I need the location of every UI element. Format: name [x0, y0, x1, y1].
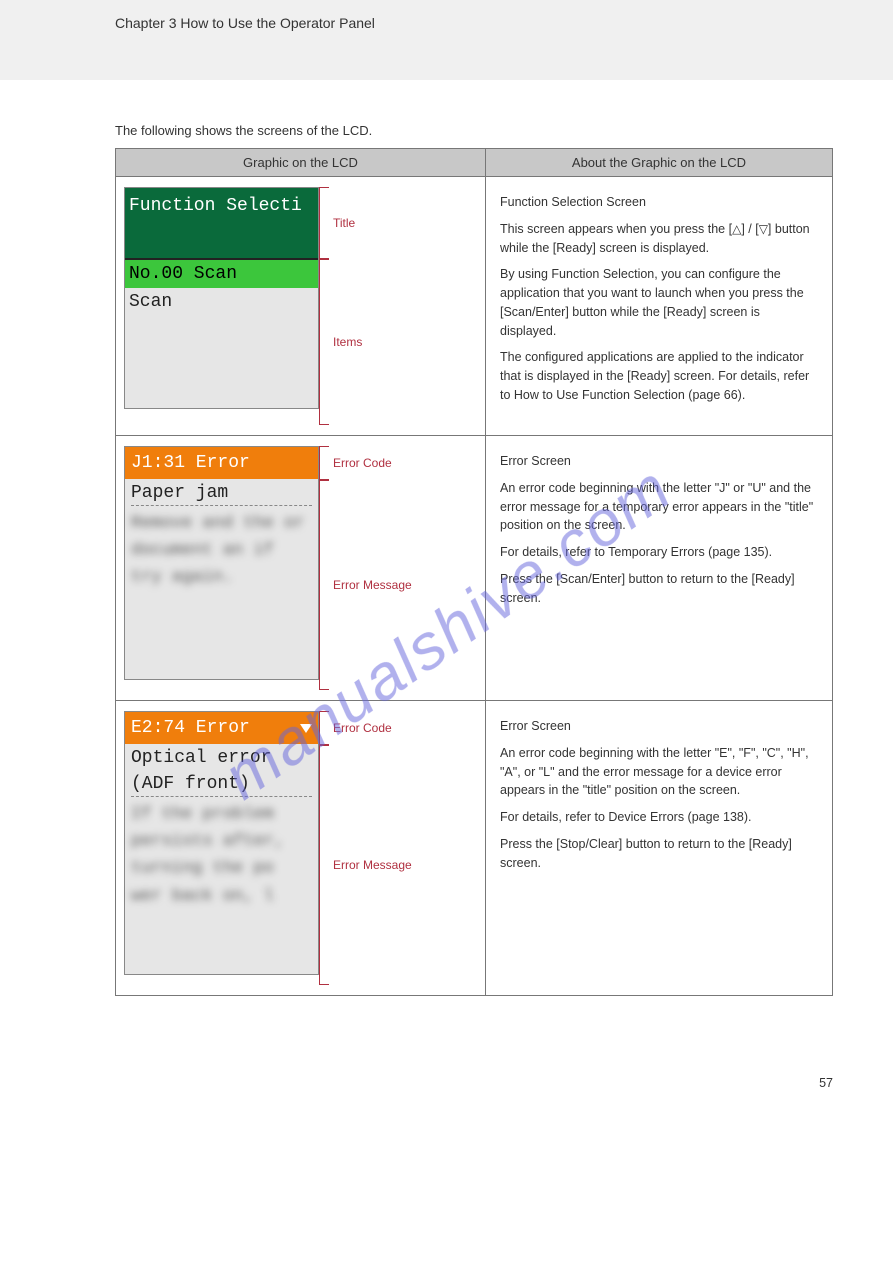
error-code-text: E2:74 Error	[131, 718, 250, 738]
col-header-description: About the Graphic on the LCD	[486, 149, 833, 177]
desc-heading: Function Selection Screen	[500, 193, 818, 212]
lcd-title-bar: Function Selecti	[125, 188, 318, 258]
page-footer: 57	[0, 1026, 893, 1110]
page-header: Chapter 3 How to Use the Operator Panel	[0, 0, 893, 80]
callout-items: Items	[329, 335, 362, 349]
table-header-row: Graphic on the LCD About the Graphic on …	[116, 149, 833, 177]
callout-title: Title	[329, 216, 355, 230]
desc-text: By using Function Selection, you can con…	[500, 265, 818, 340]
callout-error-code: Error Code	[329, 721, 392, 735]
col-header-graphic: Graphic on the LCD	[116, 149, 486, 177]
link-function-selection[interactable]: How to Use Function Selection (page 66)	[514, 388, 742, 402]
lcd-selected-item: No.00 Scan	[125, 258, 318, 288]
lcd-j-error: J1:31 Error Paper jam Remove and the or …	[124, 446, 319, 680]
table-row: E2:74 Error Optical error (ADF front) If…	[116, 701, 833, 996]
error-code-text: J1:31 Error	[131, 453, 250, 473]
callout-error-message: Error Message	[329, 858, 412, 872]
desc-text: Press the [Scan/Enter] button to return …	[500, 570, 818, 608]
up-arrow-icon: △	[732, 222, 741, 236]
lcd-e-error: E2:74 Error Optical error (ADF front) If…	[124, 711, 319, 975]
desc-text: For details, refer to	[500, 810, 608, 824]
desc-text: .	[742, 388, 745, 402]
desc-heading: Error Screen	[500, 452, 818, 471]
description-j-error: Error Screen An error code beginning wit…	[494, 446, 824, 621]
scroll-down-icon	[300, 724, 312, 733]
desc-text: .	[769, 545, 772, 559]
desc-text: An error code beginning with the letter …	[500, 744, 818, 800]
desc-text: Press the [Stop/Clear] button to return …	[500, 835, 818, 873]
content-area: The following shows the screens of the L…	[0, 80, 893, 1026]
callout-error-code: Error Code	[329, 456, 392, 470]
description-function-selection: Function Selection Screen This screen ap…	[494, 187, 824, 419]
lcd-table: Graphic on the LCD About the Graphic on …	[115, 148, 833, 996]
intro-text: The following shows the screens of the L…	[115, 123, 833, 138]
lcd-function-selection: Function Selecti No.00 Scan Scan	[124, 187, 319, 409]
error-message-body: If the problem persists after, turning t…	[131, 801, 312, 910]
description-e-error: Error Screen An error code beginning wit…	[494, 711, 824, 886]
desc-heading: Error Screen	[500, 717, 818, 736]
error-message-body: Remove and the or document an if try aga…	[131, 510, 312, 592]
desc-text: .	[748, 810, 751, 824]
down-arrow-icon: ▽	[759, 222, 768, 236]
desc-text: This screen appears when you press the [	[500, 222, 732, 236]
lcd-error-titlebar: J1:31 Error	[125, 447, 318, 479]
page-number: 57	[819, 1076, 833, 1090]
desc-text: For details, refer to	[500, 545, 608, 559]
chapter-title: Chapter 3 How to Use the Operator Panel	[115, 15, 375, 31]
error-message-head-2: (ADF front)	[131, 774, 312, 797]
table-row: J1:31 Error Paper jam Remove and the or …	[116, 436, 833, 701]
table-row: Function Selecti No.00 Scan Scan Title I…	[116, 177, 833, 436]
lcd-error-titlebar: E2:74 Error	[125, 712, 318, 744]
callout-error-message: Error Message	[329, 578, 412, 592]
link-device-errors[interactable]: Device Errors (page 138)	[608, 810, 748, 824]
lcd-body: Scan	[125, 288, 318, 408]
desc-text: ] / [	[741, 222, 758, 236]
desc-text: An error code beginning with the letter …	[500, 479, 818, 535]
error-message-head: Paper jam	[131, 483, 312, 506]
link-temporary-errors[interactable]: Temporary Errors (page 135)	[608, 545, 768, 559]
error-message-head-1: Optical error	[131, 748, 312, 770]
